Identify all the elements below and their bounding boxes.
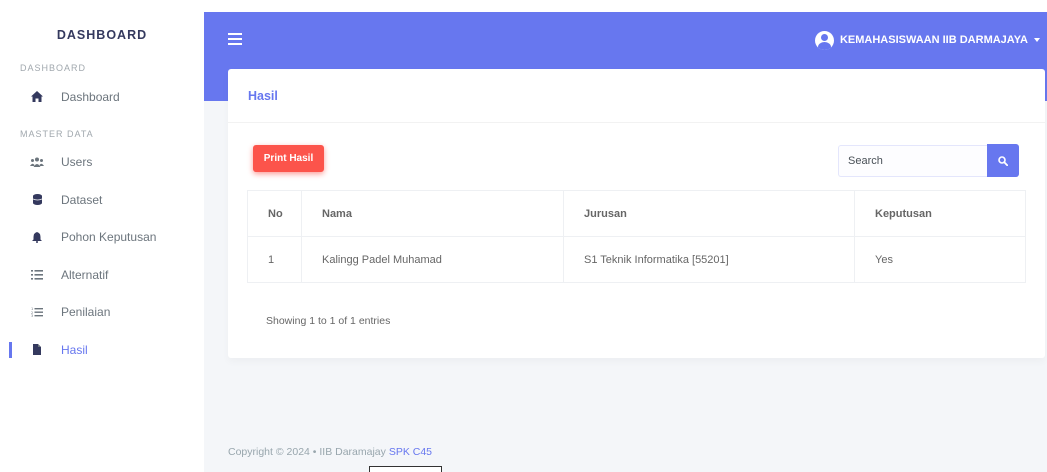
menu-header-master-data: MASTER DATA [20,128,94,139]
footer-text: Copyright © 2024 • IIB Daramajay [228,446,389,458]
cell-keputusan: Yes [854,236,1026,283]
footer: Copyright © 2024 • IIB Daramajay SPK C45 [228,446,432,458]
sidebar-brand[interactable]: DASHBOARD [0,12,204,58]
sidebar-item-penilaian[interactable]: 123 Penilaian [0,294,204,332]
footer-link[interactable]: SPK C45 [389,446,432,458]
sidebar-item-label: Hasil [61,342,88,357]
column-header-no: No [247,190,302,237]
sidebar-item-label: Dataset [61,192,103,207]
print-hasil-button[interactable]: Print Hasil [253,145,324,172]
column-header-jurusan: Jurusan [563,190,855,237]
users-icon [30,155,44,169]
hasil-card: Hasil Print Hasil No Nama Jurusan Keputu… [228,69,1045,358]
sidebar-item-label: Dashboard [61,89,120,104]
sidebar-item-dataset[interactable]: Dataset [0,181,204,219]
menu-header-dashboard: DASHBOARD [20,63,87,73]
sidebar-item-label: Pohon Keputusan [61,230,157,245]
hasil-table: No Nama Jurusan Keputusan 1 Kalingg Pade… [247,190,1026,283]
file-icon [30,343,44,357]
svg-text:3: 3 [31,314,33,317]
sidebar-item-users[interactable]: Users [0,144,204,182]
list-icon [30,268,44,282]
sidebar-item-dashboard[interactable]: Dashboard [0,78,204,116]
sidebar-item-label: Users [61,155,93,170]
sidebar-item-alternatif[interactable]: Alternatif [0,256,204,294]
column-header-nama: Nama [301,190,564,237]
sidebar-item-label: Penilaian [61,305,111,320]
user-dropdown[interactable]: KEMAHASISWAAN IIB DARMAJAYA [814,29,1040,51]
column-header-keputusan: Keputusan [854,190,1026,237]
cell-jurusan: S1 Teknik Informatika [55201] [563,236,855,283]
card-title: Hasil [248,88,278,103]
table-info: Showing 1 to 1 of 1 entries [266,315,391,327]
avatar [814,30,834,50]
database-icon [30,193,44,207]
active-indicator [9,342,12,358]
cell-nama: Kalingg Padel Muhamad [301,236,564,283]
sidebar-item-pohon-keputusan[interactable]: Pohon Keputusan [0,219,204,257]
bell-icon [30,230,44,244]
user-name: KEMAHASISWAAN IIB DARMAJAYA [839,34,1028,46]
ordered-list-icon: 123 [30,305,44,319]
table-row: 1 Kalingg Padel Muhamad S1 Teknik Inform… [247,236,1026,283]
search-input[interactable] [838,145,987,177]
sidebar: DASHBOARD DASHBOARD Dashboard MASTER DAT… [0,12,204,472]
top-stripe [0,0,1047,12]
table-header-row: No Nama Jurusan Keputusan [247,190,1026,237]
card-header: Hasil [228,69,1045,123]
home-icon [30,90,44,104]
hamburger-menu-icon[interactable] [228,33,242,45]
sidebar-item-label: Alternatif [61,267,109,282]
sidebar-item-hasil[interactable]: Hasil [0,331,204,369]
search-icon [998,155,1008,166]
cell-no: 1 [247,236,302,283]
search-button[interactable] [987,144,1019,177]
tooltip-box [369,466,442,472]
caret-down-icon [1034,38,1040,42]
